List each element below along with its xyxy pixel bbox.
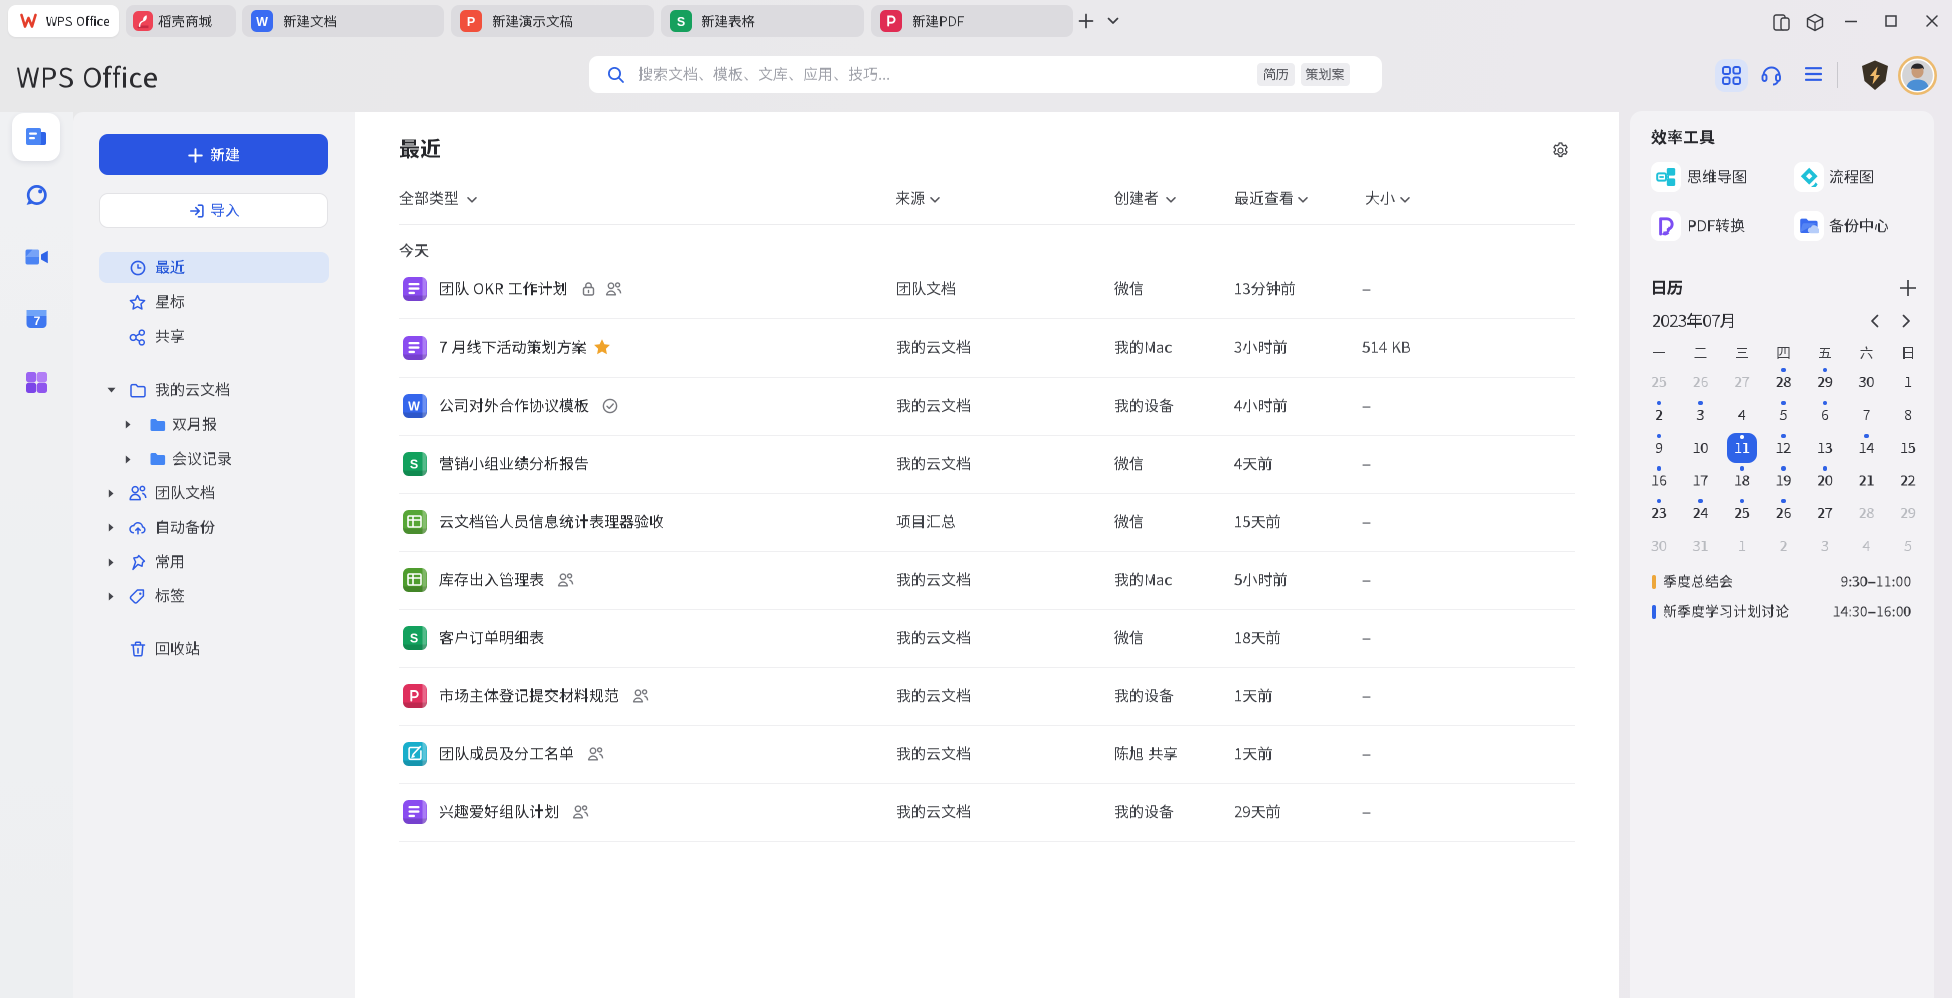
svg-text:W: W	[408, 400, 420, 414]
svg-text:P: P	[467, 15, 475, 29]
svg-text:W: W	[256, 15, 268, 29]
svg-text:S: S	[677, 15, 685, 29]
svg-text:7: 7	[34, 314, 41, 328]
svg-text:S: S	[410, 632, 418, 646]
svg-text:S: S	[410, 458, 418, 472]
